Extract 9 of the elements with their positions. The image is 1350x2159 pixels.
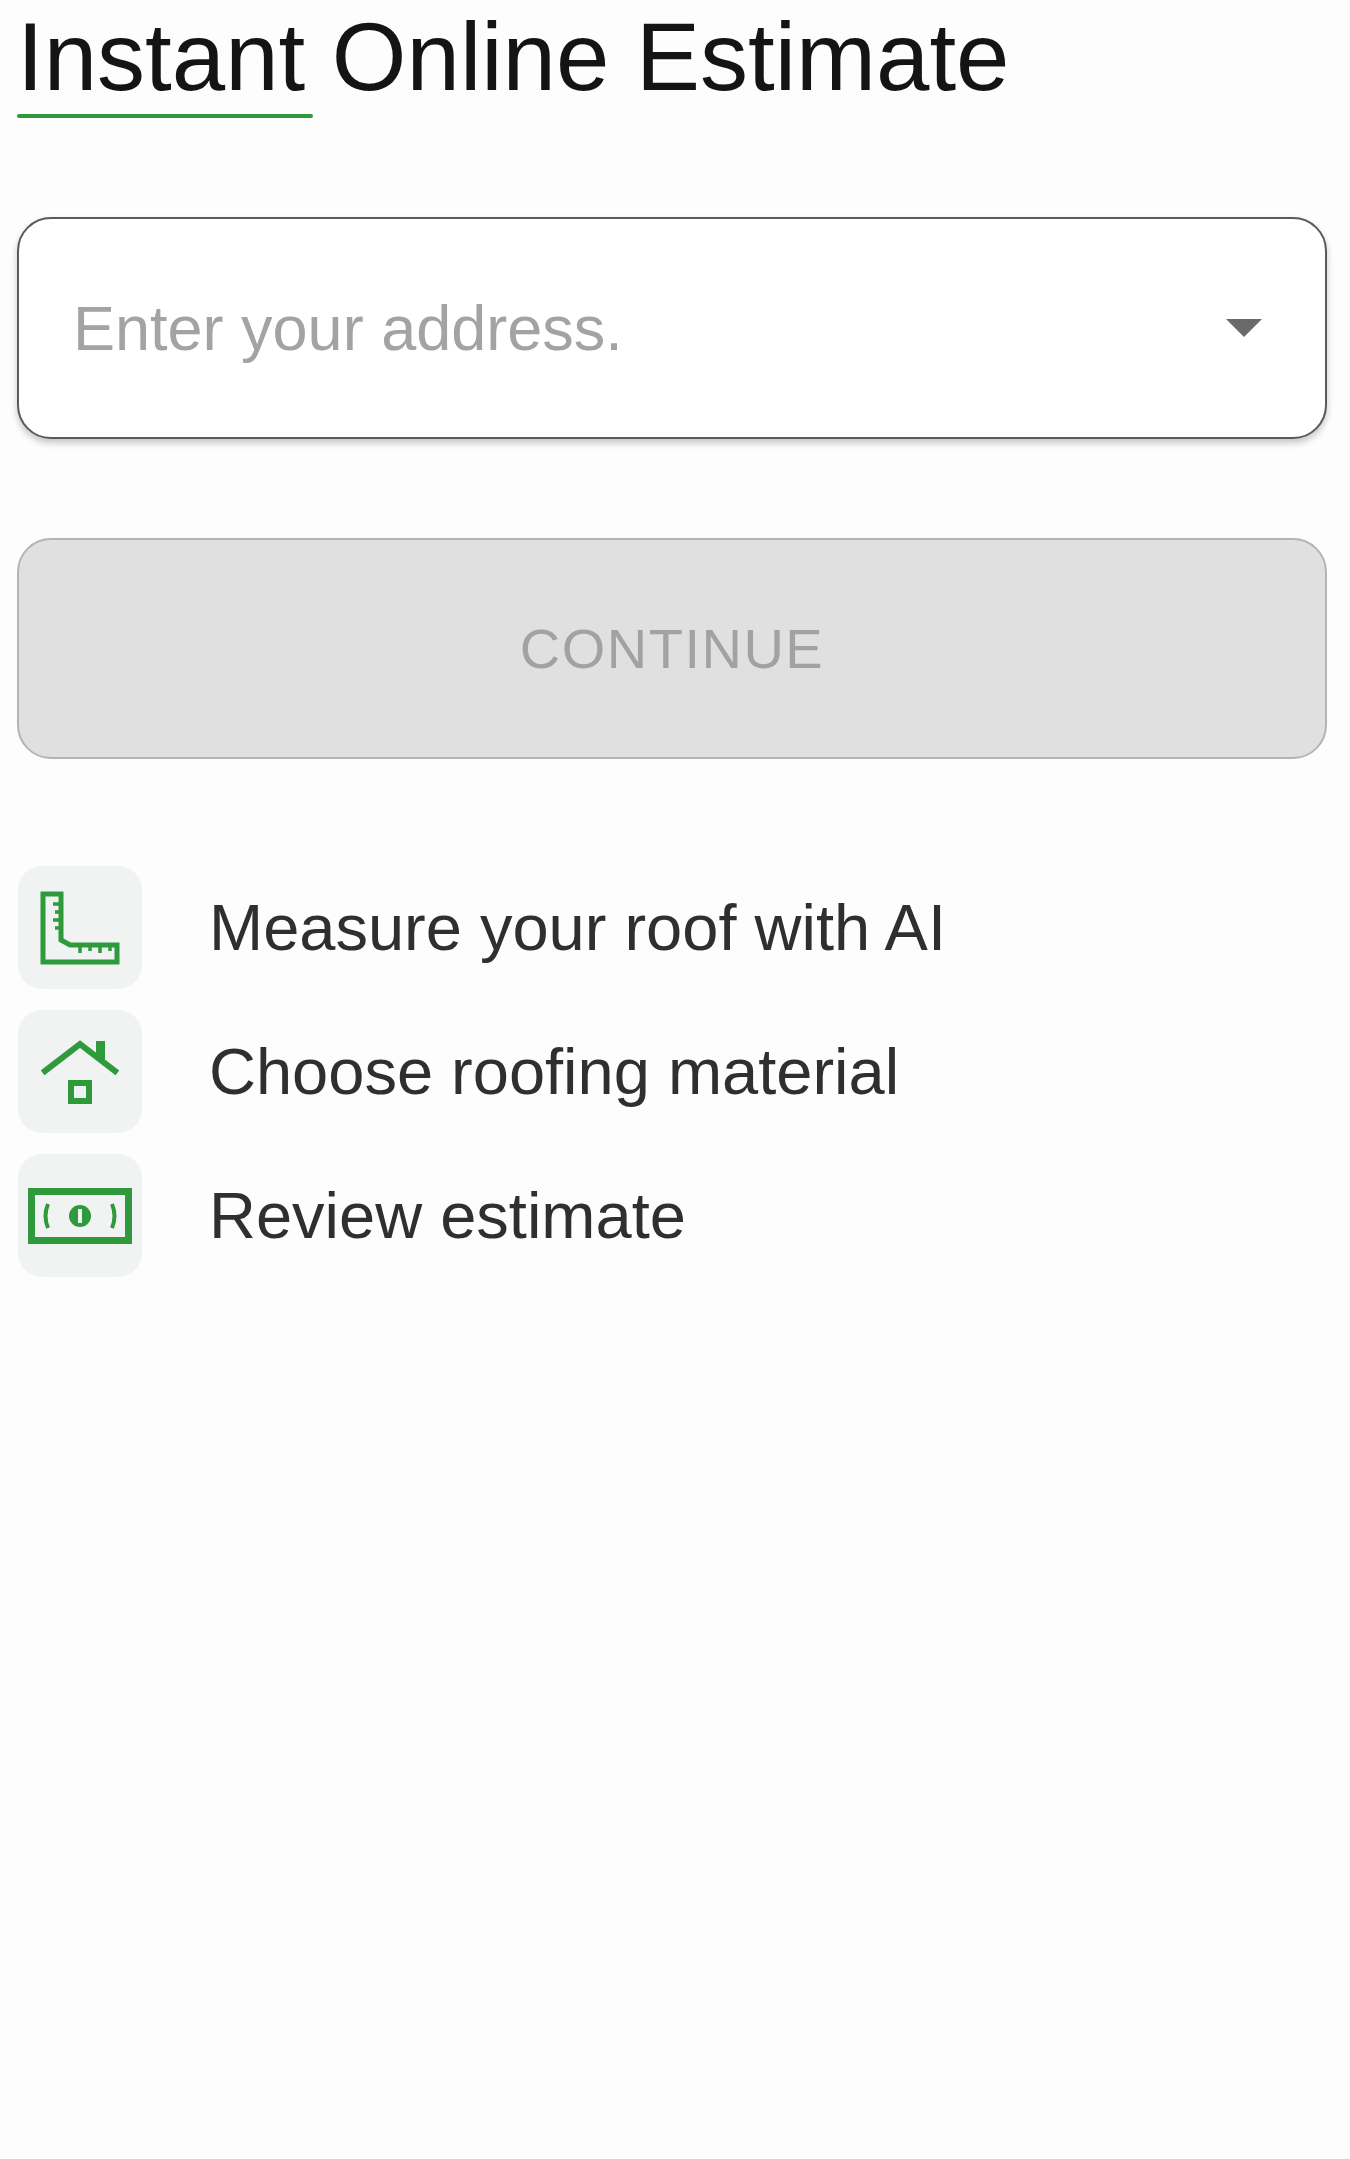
step-label: Measure your roof with AI [209,889,946,966]
banknote-icon [18,1154,142,1277]
address-field[interactable]: Enter your address. [17,217,1327,439]
house-icon [18,1010,142,1133]
step-label: Choose roofing material [209,1033,900,1110]
dropdown-caret-icon[interactable] [1226,319,1262,337]
page-title: Instant Online Estimate [17,9,1010,105]
step-label: Review estimate [209,1177,686,1254]
ruler-icon [18,866,142,989]
